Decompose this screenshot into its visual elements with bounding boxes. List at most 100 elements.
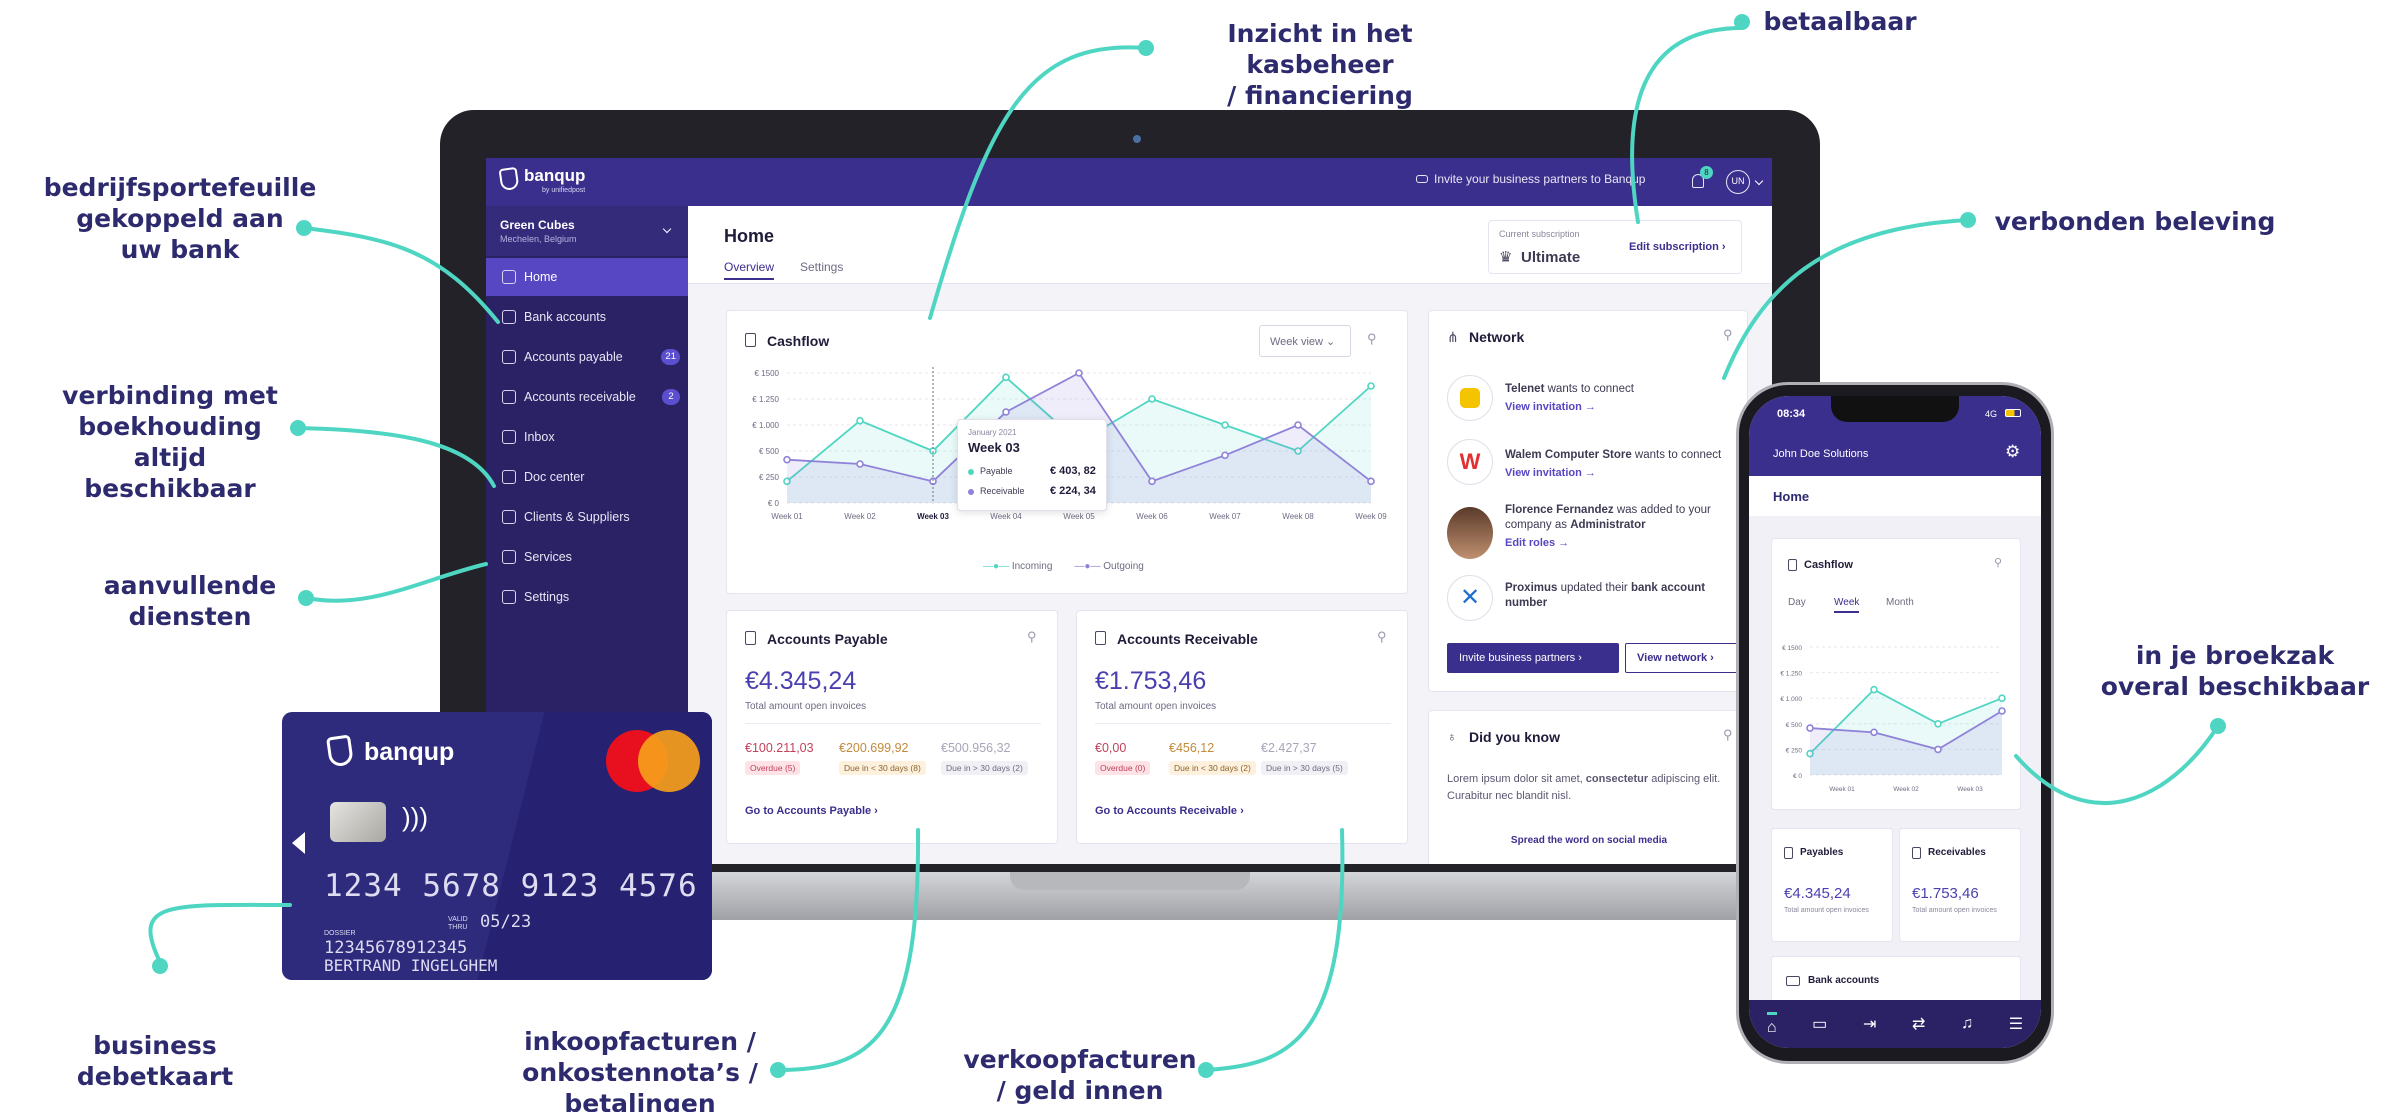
dossier-label: DOSSIER <box>324 930 356 937</box>
y-tick-label: € 0 <box>1793 773 1802 780</box>
battery-icon <box>2005 409 2021 417</box>
gear-icon[interactable]: ⚙ <box>2005 442 2020 462</box>
top-bar: banqup by unifiedpost Invite your busine… <box>486 158 1772 206</box>
telenet-logo-icon <box>1447 375 1493 421</box>
sidebar-item-label: Home <box>524 270 558 284</box>
spread-the-word-label: Spread the word on social media <box>1510 835 1668 846</box>
phone-signal: 4G <box>1985 409 1998 419</box>
week-view-select[interactable]: Week view ⌄ <box>1259 325 1351 357</box>
subscription-plan: Ultimate <box>1521 249 1581 266</box>
tooltip-payable-label: Payable <box>980 466 1013 476</box>
sidebar-item-home[interactable]: Home <box>486 258 688 296</box>
home-icon[interactable]: ⌂ <box>1766 1011 1777 1037</box>
sidebar-item-bank-accounts[interactable]: Bank accounts <box>486 298 688 336</box>
edit-roles-link[interactable]: Edit roles → <box>1505 537 1569 549</box>
data-point <box>1002 408 1010 416</box>
sidebar-item-accounts-payable[interactable]: Accounts payable 21 <box>486 338 688 376</box>
invoice-out-icon <box>745 631 756 645</box>
debit-card: banqup ))) 1234 5678 9123 4576 VALID THR… <box>282 712 712 980</box>
phone-bank-card: Bank accounts <box>1771 956 2021 1006</box>
pin-icon[interactable]: ⚲ <box>1367 331 1377 347</box>
edit-subscription-link[interactable]: Edit subscription › <box>1629 241 1726 253</box>
overdue-pill: Overdue (5) <box>745 761 801 775</box>
bank-card-icon[interactable]: ▭ <box>1812 1014 1827 1034</box>
inbox-icon <box>502 430 516 444</box>
data-point <box>1148 477 1156 486</box>
x-tick-label: Week 05 <box>1063 512 1095 521</box>
tab-week[interactable]: Week <box>1834 597 1860 613</box>
data-point <box>1806 724 1814 732</box>
network-icon: ⋔ <box>1447 329 1459 345</box>
transfer-icon[interactable]: ⇄ <box>1912 1014 1925 1034</box>
sidebar-item-settings[interactable]: Settings <box>486 578 688 616</box>
company-switcher[interactable]: Green Cubes Mechelen, Belgium <box>486 206 688 256</box>
chart-tooltip: January 2021 Week 03 Payable € 403, 82 R… <box>957 419 1107 511</box>
sidebar-item-accounts-receivable[interactable]: Accounts receivable 2 <box>486 378 688 416</box>
accounts-payable-card: Accounts Payable ⚲ €4.345,24 Total amoun… <box>726 610 1058 844</box>
y-tick-label: € 1500 <box>1782 645 1802 652</box>
y-tick-label: € 0 <box>768 499 780 508</box>
accounts-payable-title: Accounts Payable <box>767 631 888 647</box>
x-tick-label: Week 04 <box>990 512 1022 521</box>
bell-icon[interactable]: ♫ <box>1961 1015 1973 1033</box>
y-tick-label: € 250 <box>759 473 780 482</box>
tab-month[interactable]: Month <box>1886 597 1914 608</box>
due-soon-pill: Due in < 30 days (2) <box>1169 761 1256 775</box>
tab-day[interactable]: Day <box>1788 597 1806 608</box>
invite-partners-link[interactable]: Invite your business partners to Banqup <box>1416 172 1645 186</box>
due-later-amount: €2.427,37 <box>1261 741 1317 755</box>
tab-settings[interactable]: Settings <box>800 260 843 274</box>
go-to-accounts-receivable-link[interactable]: Go to Accounts Receivable › <box>1095 805 1244 817</box>
due-later-amount: €500.956,32 <box>941 741 1011 755</box>
data-point <box>1870 728 1878 737</box>
tooltip-date: January 2021 <box>968 428 1017 437</box>
sidebar-item-services[interactable]: Services <box>486 538 688 576</box>
sidebar-item-label: Bank accounts <box>524 310 606 324</box>
accounts-receivable-title: Accounts Receivable <box>1117 631 1258 647</box>
pin-icon[interactable]: ⚲ <box>1377 629 1387 645</box>
pin-icon[interactable]: ⚲ <box>1994 556 2002 569</box>
phone-receivables-title: Receivables <box>1928 847 1986 858</box>
y-tick-label: € 1.000 <box>1780 696 1802 703</box>
user-avatar[interactable]: UN <box>1726 170 1750 194</box>
view-invitation-link[interactable]: View invitation → <box>1505 401 1596 413</box>
data-point <box>1075 369 1083 377</box>
data-point <box>1002 373 1010 382</box>
menu-icon[interactable]: ☰ <box>2009 1014 2023 1034</box>
go-to-accounts-payable-link[interactable]: Go to Accounts Payable › <box>745 805 878 817</box>
phone-receivables-amount: €1.753,46 <box>1912 885 1979 902</box>
card-arrow-icon <box>292 832 305 854</box>
tab-overview[interactable]: Overview <box>724 260 775 280</box>
data-point <box>1294 421 1302 429</box>
x-tick-label: Week 09 <box>1355 512 1387 521</box>
subscription-box: Current subscription ♛ Ultimate Edit sub… <box>1488 220 1742 274</box>
invoice-out-icon[interactable]: ⇥ <box>1863 1014 1876 1034</box>
pin-icon[interactable]: ⚲ <box>1027 629 1037 645</box>
receivable-subtitle: Total amount open invoices <box>1095 701 1217 712</box>
invite-partners-label: Invite your business partners to Banqup <box>1434 172 1646 186</box>
due-later-pill: Due in > 30 days (5) <box>1261 761 1348 775</box>
sidebar-item-label: Accounts payable <box>524 350 623 364</box>
sidebar-item-inbox[interactable]: Inbox <box>486 418 688 456</box>
view-invitation-link[interactable]: View invitation → <box>1505 467 1596 479</box>
sidebar-item-label: Doc center <box>524 470 585 484</box>
chevron-down-icon[interactable] <box>1754 176 1764 186</box>
invite-business-partners-button[interactable]: Invite business partners › <box>1447 643 1619 673</box>
chevron-down-icon <box>662 224 672 234</box>
pin-icon[interactable]: ⚲ <box>1723 727 1733 743</box>
count-badge: 2 <box>662 389 680 405</box>
phone-cashflow-card: Cashflow ⚲ Day Week Month € 0 € 250 € 500 €… <box>1771 538 2021 810</box>
did-you-know-text: Lorem ipsum dolor sit amet, consectetur … <box>1447 773 1721 802</box>
tooltip-receivable-value: € 224, 34 <box>1050 485 1096 497</box>
document-icon <box>1788 559 1797 571</box>
view-network-button[interactable]: View network › <box>1625 643 1739 673</box>
sidebar-item-clients-suppliers[interactable]: Clients & Suppliers <box>486 498 688 536</box>
data-point <box>1934 745 1942 754</box>
data-point <box>1870 685 1878 694</box>
pin-icon[interactable]: ⚲ <box>1723 327 1733 343</box>
network-item-text: Walem Computer Store wants to connect <box>1505 449 1722 461</box>
receivable-amount: €1.753,46 <box>1095 667 1207 695</box>
sidebar-item-doc-center[interactable]: Doc center <box>486 458 688 496</box>
crown-icon: ♛ <box>1499 249 1513 266</box>
chip-icon <box>330 802 386 842</box>
